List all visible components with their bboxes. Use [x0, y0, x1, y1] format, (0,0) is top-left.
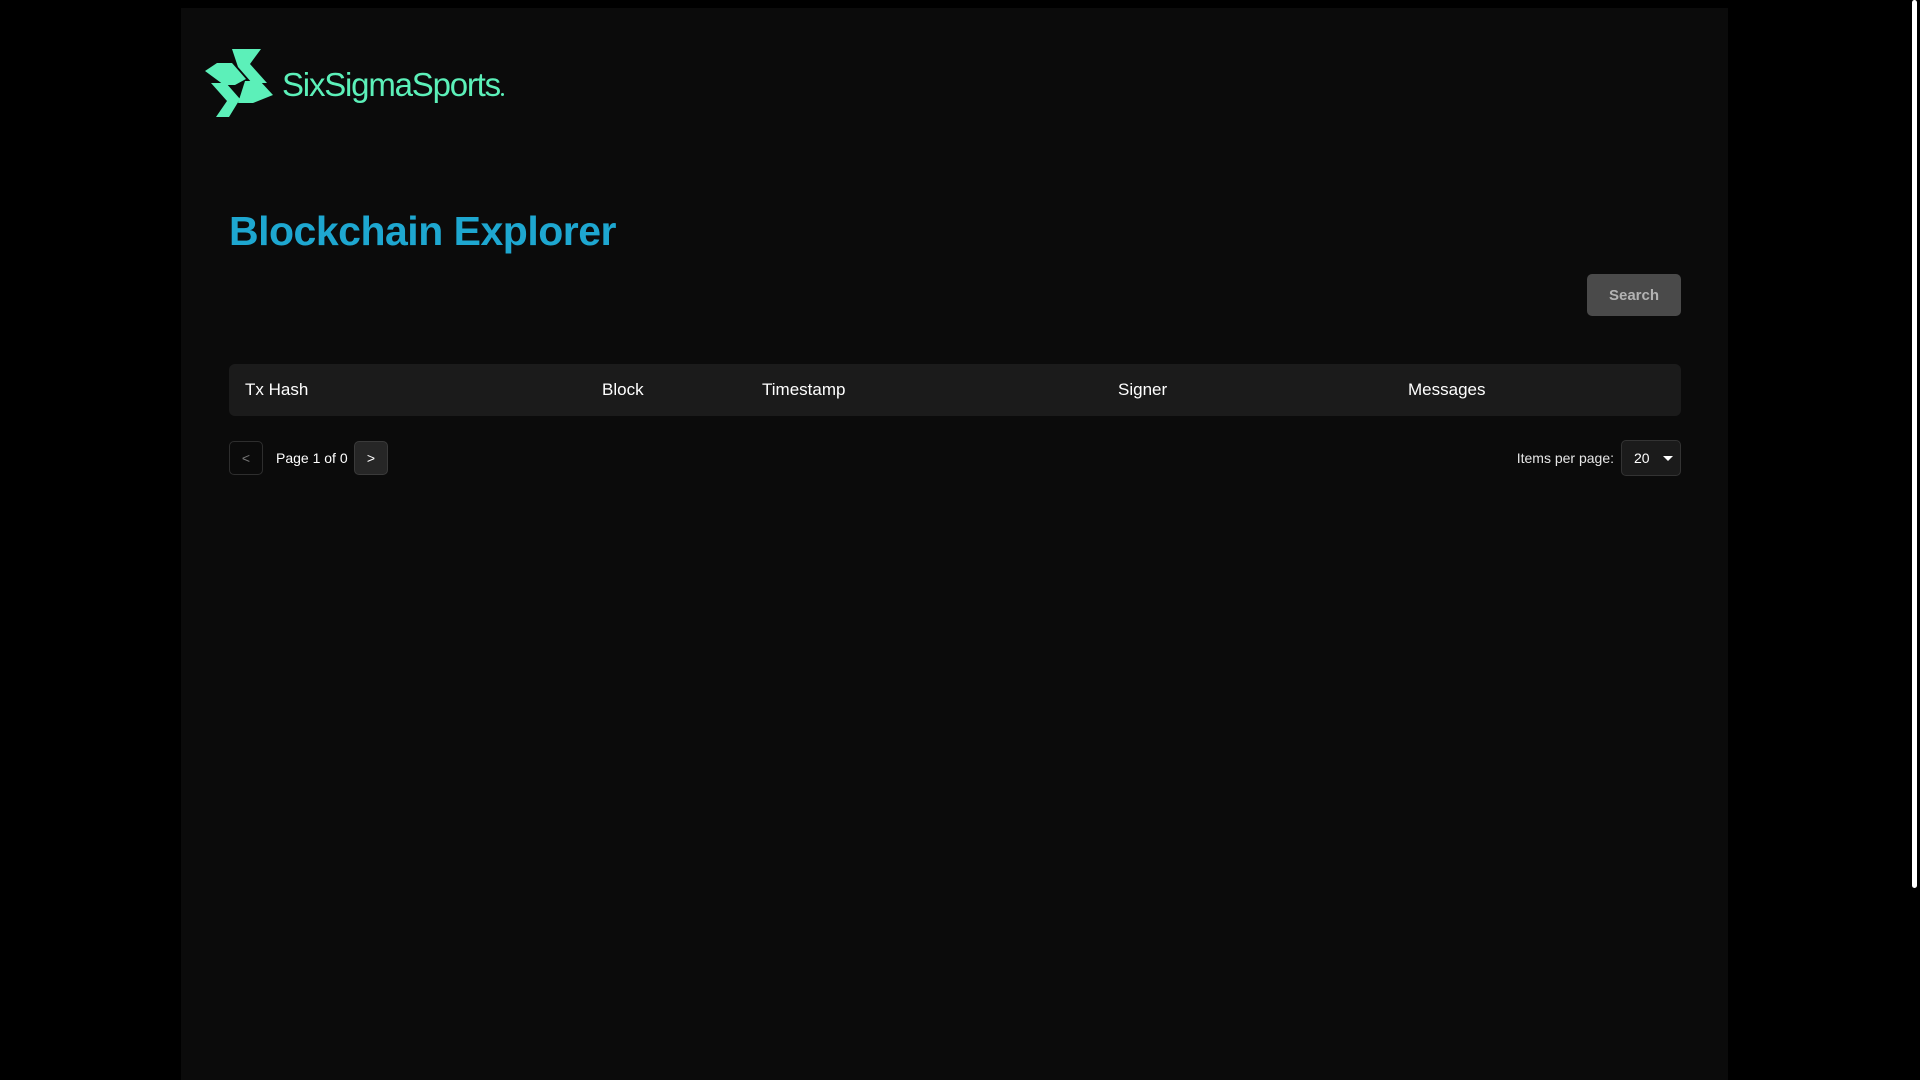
column-header-block[interactable]: Block [602, 364, 644, 416]
brand-dot [500, 93, 504, 96]
previous-page-button[interactable]: < [229, 441, 263, 475]
transactions-table-header: Tx Hash Block Timestamp Signer Messages [229, 364, 1681, 416]
search-button[interactable]: Search [1587, 274, 1681, 316]
column-header-signer[interactable]: Signer [1118, 364, 1167, 416]
caret-down-icon [1663, 456, 1673, 461]
scrollbar-thumb[interactable] [1912, 0, 1917, 888]
brand-logo[interactable]: SixSigmaSports [205, 48, 504, 118]
sixsigmasports-logo-icon [205, 49, 273, 117]
page-indicator: Page 1 of 0 [276, 450, 348, 466]
column-header-tx-hash[interactable]: Tx Hash [245, 364, 308, 416]
column-header-messages[interactable]: Messages [1408, 364, 1485, 416]
next-page-button[interactable]: > [354, 441, 388, 475]
items-per-page-value: 20 [1634, 450, 1650, 466]
page-title: Blockchain Explorer [229, 208, 616, 254]
page-container: SixSigmaSports Blockchain Explorer Searc… [181, 8, 1728, 1080]
vertical-scrollbar[interactable] [1908, 0, 1920, 1080]
items-per-page-select[interactable]: 20 [1621, 440, 1681, 476]
items-per-page-label: Items per page: [1516, 450, 1614, 466]
column-header-timestamp[interactable]: Timestamp [762, 364, 845, 416]
brand-name: SixSigmaSports [282, 66, 504, 104]
